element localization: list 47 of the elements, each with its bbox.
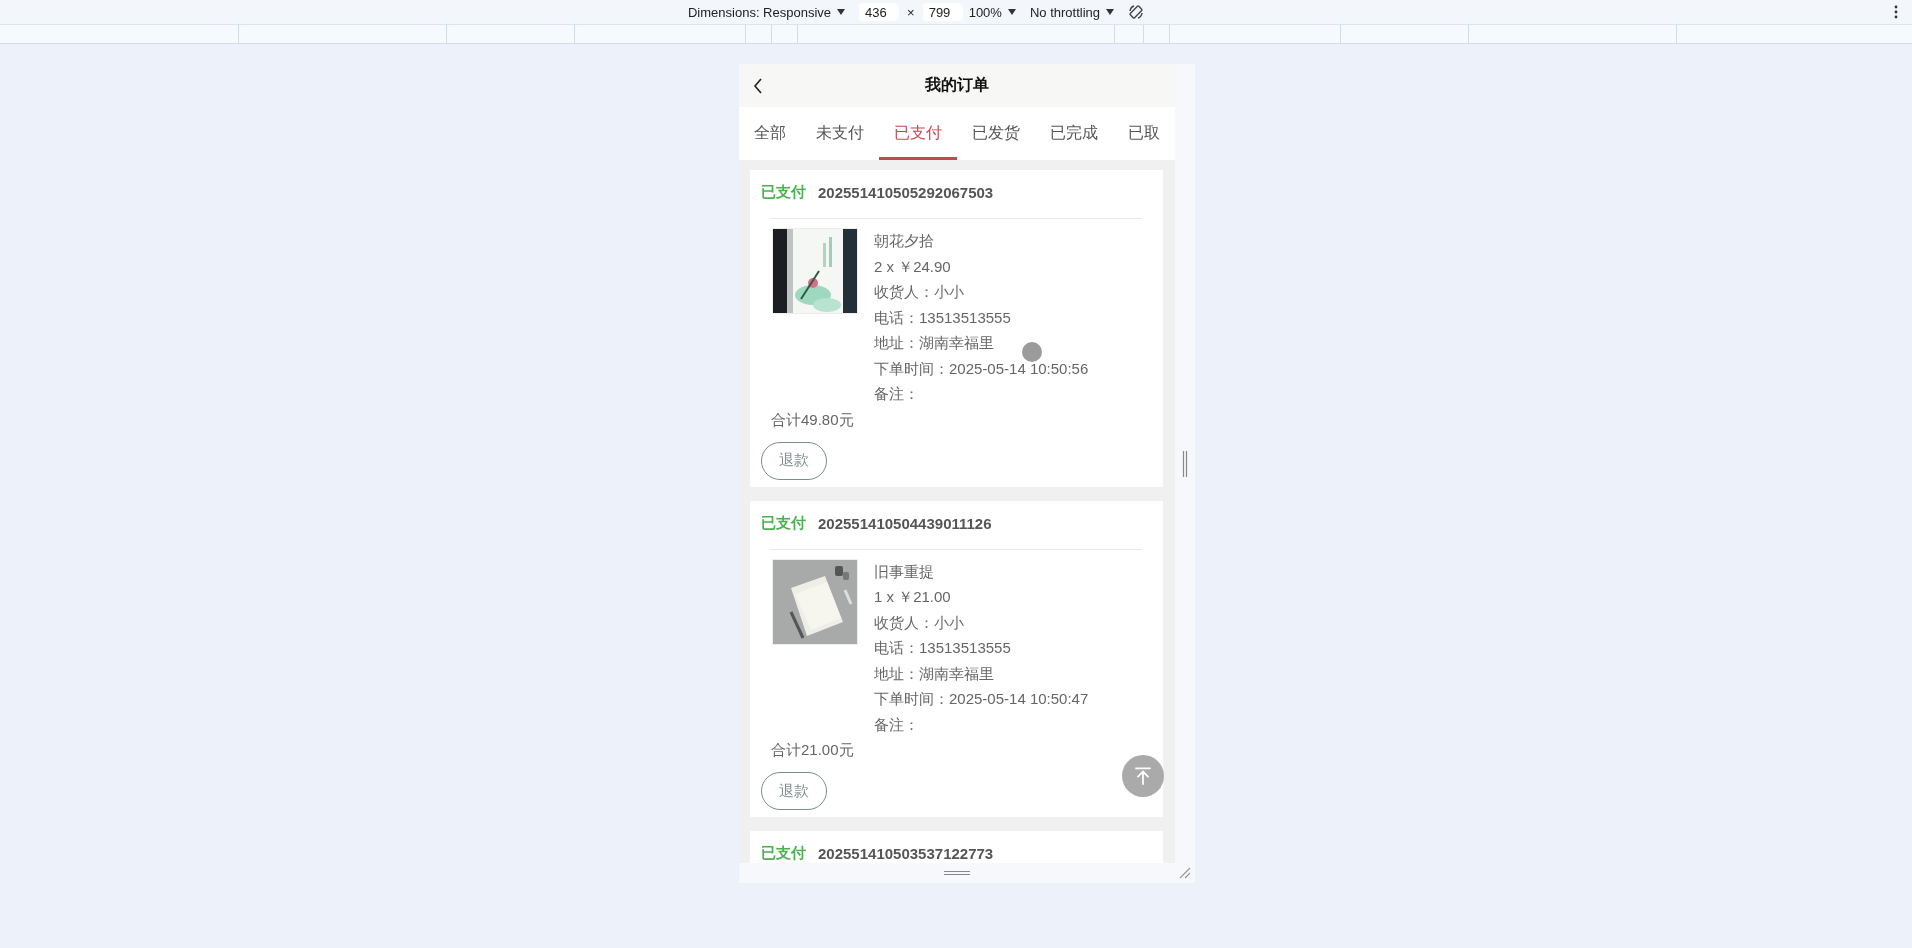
order-number: 202551410504439011126 xyxy=(818,514,992,532)
order-detail: 电话：13513513555 xyxy=(874,638,1011,658)
back-to-top-icon xyxy=(1132,765,1154,787)
resize-corner-icon[interactable] xyxy=(1179,867,1191,879)
order-detail: 地址：湖南幸福里 xyxy=(874,333,994,353)
order-status: 已支付 xyxy=(761,844,806,863)
resize-handle-icon[interactable] xyxy=(1182,450,1188,477)
resize-handle-icon[interactable] xyxy=(944,870,970,876)
times-sign: × xyxy=(907,4,915,20)
page-title: 我的订单 xyxy=(925,75,989,95)
order-tab[interactable]: 未支付 xyxy=(801,107,879,160)
order-tab[interactable]: 已取 xyxy=(1113,107,1175,160)
order-detail: 备注： xyxy=(874,714,919,735)
width-input[interactable]: 436 xyxy=(859,3,900,21)
refund-button[interactable]: 退款 xyxy=(761,772,827,810)
order-detail: 收货人：小小 xyxy=(874,612,964,633)
product-name: 旧事重提 xyxy=(874,561,934,582)
refund-button[interactable]: 退款 xyxy=(761,441,827,480)
caret-icon xyxy=(1106,9,1114,15)
order-total: 合计49.80元 xyxy=(770,409,854,430)
more-menu-icon[interactable] xyxy=(1894,5,1898,19)
dimensions-dropdown[interactable]: Dimensions: Responsive xyxy=(688,4,832,20)
order-status: 已支付 xyxy=(761,513,806,533)
order-detail: 下单时间：2025-05-14 10:50:56 xyxy=(874,358,1089,379)
order-detail: 下单时间：2025-05-14 10:50:47 xyxy=(874,689,1089,709)
rotate-icon[interactable] xyxy=(1128,4,1144,20)
order-tab[interactable]: 已发货 xyxy=(957,107,1035,160)
quantity-price: 1 x ￥21.00 xyxy=(874,587,951,607)
zoom-dropdown[interactable]: 100% xyxy=(968,4,1002,20)
height-input[interactable]: 799 xyxy=(922,3,963,21)
order-status: 已支付 xyxy=(761,183,806,202)
order-total: 合计21.00元 xyxy=(770,740,854,760)
order-number: 202551410503537122773 xyxy=(818,845,994,862)
order-number: 202551410505292067503 xyxy=(818,184,994,201)
order-tab[interactable]: 全部 xyxy=(739,107,801,160)
caret-icon xyxy=(1007,9,1016,15)
product-name: 朝花夕拾 xyxy=(874,231,934,251)
back-icon[interactable] xyxy=(753,78,763,94)
order-detail: 电话：13513513555 xyxy=(874,307,1011,328)
order-tab[interactable]: 已完成 xyxy=(1035,107,1113,160)
caret-icon xyxy=(837,9,846,15)
order-detail: 地址：湖南幸福里 xyxy=(874,663,994,684)
quantity-price: 2 x ￥24.90 xyxy=(874,256,951,277)
order-detail: 收货人：小小 xyxy=(874,282,964,302)
throttling-dropdown[interactable]: No throttling xyxy=(1029,4,1100,20)
order-tab[interactable]: 已支付 xyxy=(879,107,957,160)
order-detail: 备注： xyxy=(874,384,919,404)
